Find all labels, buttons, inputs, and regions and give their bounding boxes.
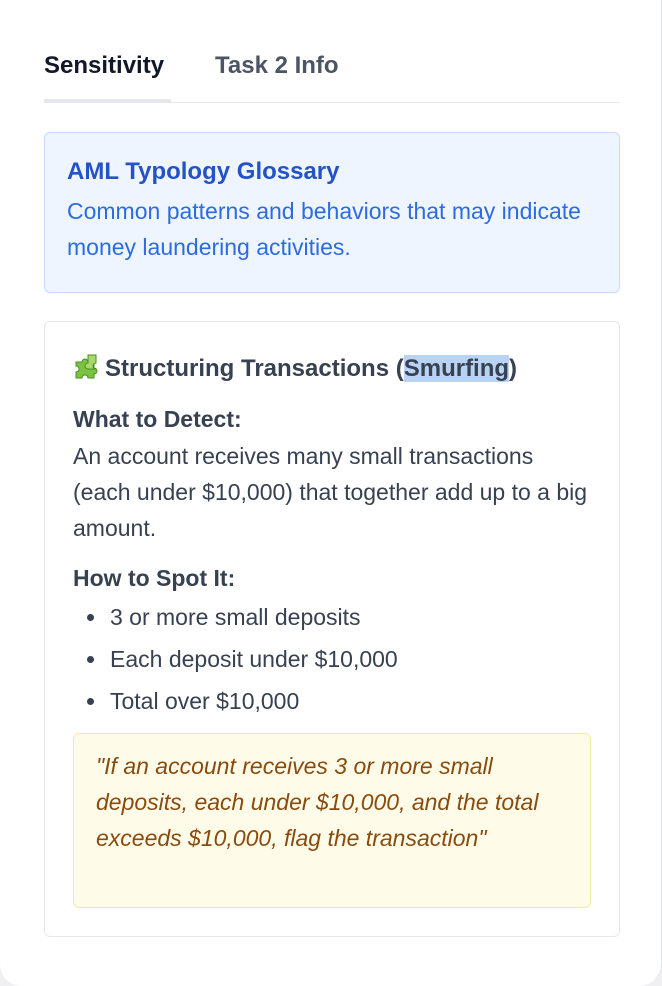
spot-list: 3 or more small deposits Each deposit un… xyxy=(73,596,398,722)
active-tab-indicator xyxy=(44,99,171,102)
glossary-title: AML Typology Glossary xyxy=(67,158,340,185)
what-to-detect-label: What to Detect: xyxy=(73,406,242,432)
how-to-spot-label: How to Spot It: xyxy=(73,565,236,591)
tab-task-2-info[interactable]: Task 2 Info xyxy=(215,52,339,80)
tab-bar: Sensitivity Task 2 Info xyxy=(44,38,620,103)
spot-item-text: Each deposit under $10,000 xyxy=(110,646,398,672)
typology-panel: Sensitivity Task 2 Info AML Typology Glo… xyxy=(0,0,662,986)
glossary-description: Common patterns and behaviors that may i… xyxy=(67,198,581,260)
list-item: 3 or more small deposits xyxy=(73,596,398,638)
bullet-dot-icon xyxy=(87,656,94,663)
typology-title-highlight: Smurfing xyxy=(403,355,510,382)
spot-item-text: Total over $10,000 xyxy=(110,688,300,714)
list-item: Total over $10,000 xyxy=(73,680,398,722)
typology-title-prefix: Structuring Transactions ( xyxy=(105,355,404,382)
list-item: Each deposit under $10,000 xyxy=(73,638,398,680)
glossary-banner: AML Typology Glossary Common patterns an… xyxy=(44,132,620,293)
tab-sensitivity[interactable]: Sensitivity xyxy=(44,52,164,80)
typology-title-suffix: ) xyxy=(509,355,518,382)
typology-card: Structuring Transactions (Smurfing) What… xyxy=(44,321,620,937)
what-to-detect-text: An account receives many small transacti… xyxy=(73,443,588,541)
rule-quote: "If an account receives 3 or more small … xyxy=(73,733,591,908)
spot-item-text: 3 or more small deposits xyxy=(110,604,361,630)
bullet-dot-icon xyxy=(87,698,94,705)
bullet-dot-icon xyxy=(87,614,94,621)
puzzle-piece-icon xyxy=(75,354,98,379)
typology-title: Structuring Transactions (Smurfing) xyxy=(73,352,517,386)
